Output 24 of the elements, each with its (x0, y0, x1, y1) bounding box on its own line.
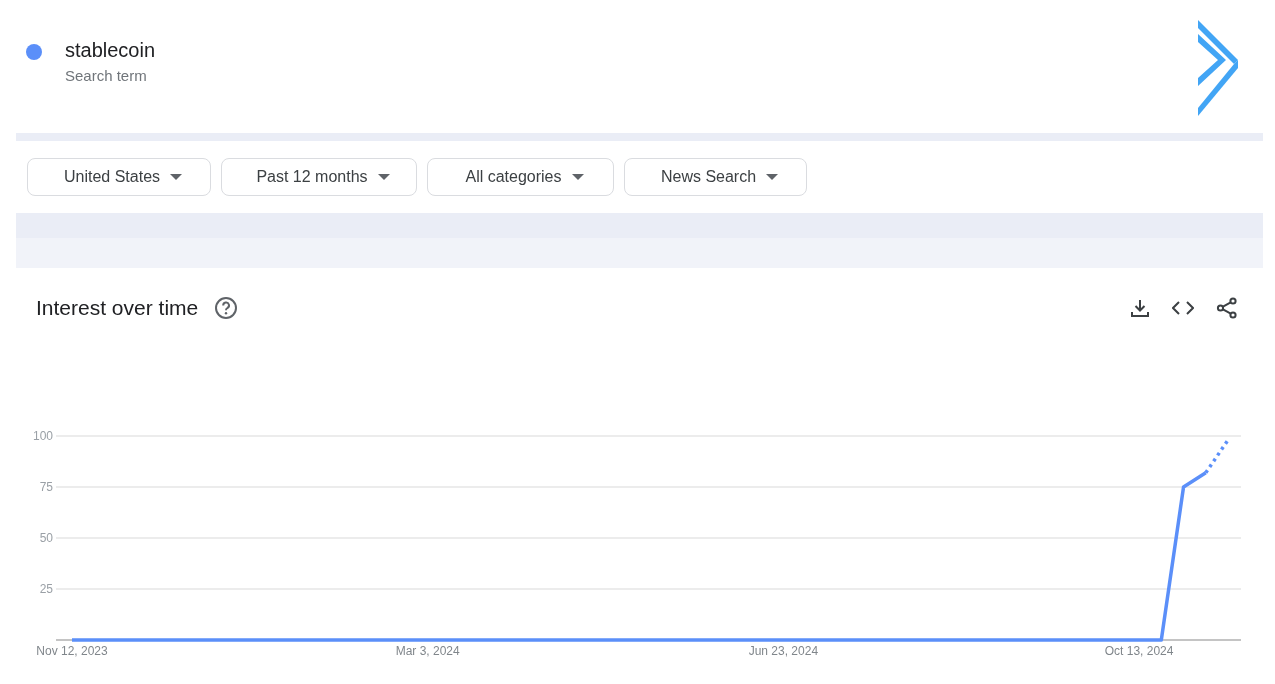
caret-icon (571, 174, 584, 180)
x-axis-label: Nov 12, 2023 (36, 644, 108, 658)
filter-dropdown[interactable]: Past 12 months (221, 158, 417, 196)
y-axis-label: 25 (39, 582, 53, 596)
caret-icon (170, 174, 183, 180)
share-icon[interactable] (1216, 297, 1238, 319)
y-axis-label: 75 (39, 480, 53, 494)
x-axis-label: Mar 3, 2024 (395, 644, 460, 658)
x-axis-label: Oct 13, 2024 (1104, 644, 1174, 658)
search-term: stablecoin (65, 39, 157, 62)
chevron-logo-icon (1198, 20, 1238, 116)
caret-icon (766, 174, 779, 180)
filter-dropdown[interactable]: All categories (427, 158, 614, 196)
filter-dropdown[interactable]: News Search (624, 158, 807, 196)
y-axis-label: 50 (39, 531, 53, 545)
filter-dropdown[interactable]: United States (27, 158, 211, 196)
help-icon[interactable] (214, 296, 239, 320)
x-axis-label: Jun 23, 2024 (748, 644, 819, 658)
search-term-subtitle: Search term (65, 67, 148, 84)
download-icon[interactable] (1130, 298, 1150, 318)
y-axis-label: 100 (32, 429, 53, 443)
embed-code-icon[interactable] (1172, 301, 1194, 315)
caret-icon (377, 174, 390, 180)
section-title: Interest over time (36, 296, 199, 320)
